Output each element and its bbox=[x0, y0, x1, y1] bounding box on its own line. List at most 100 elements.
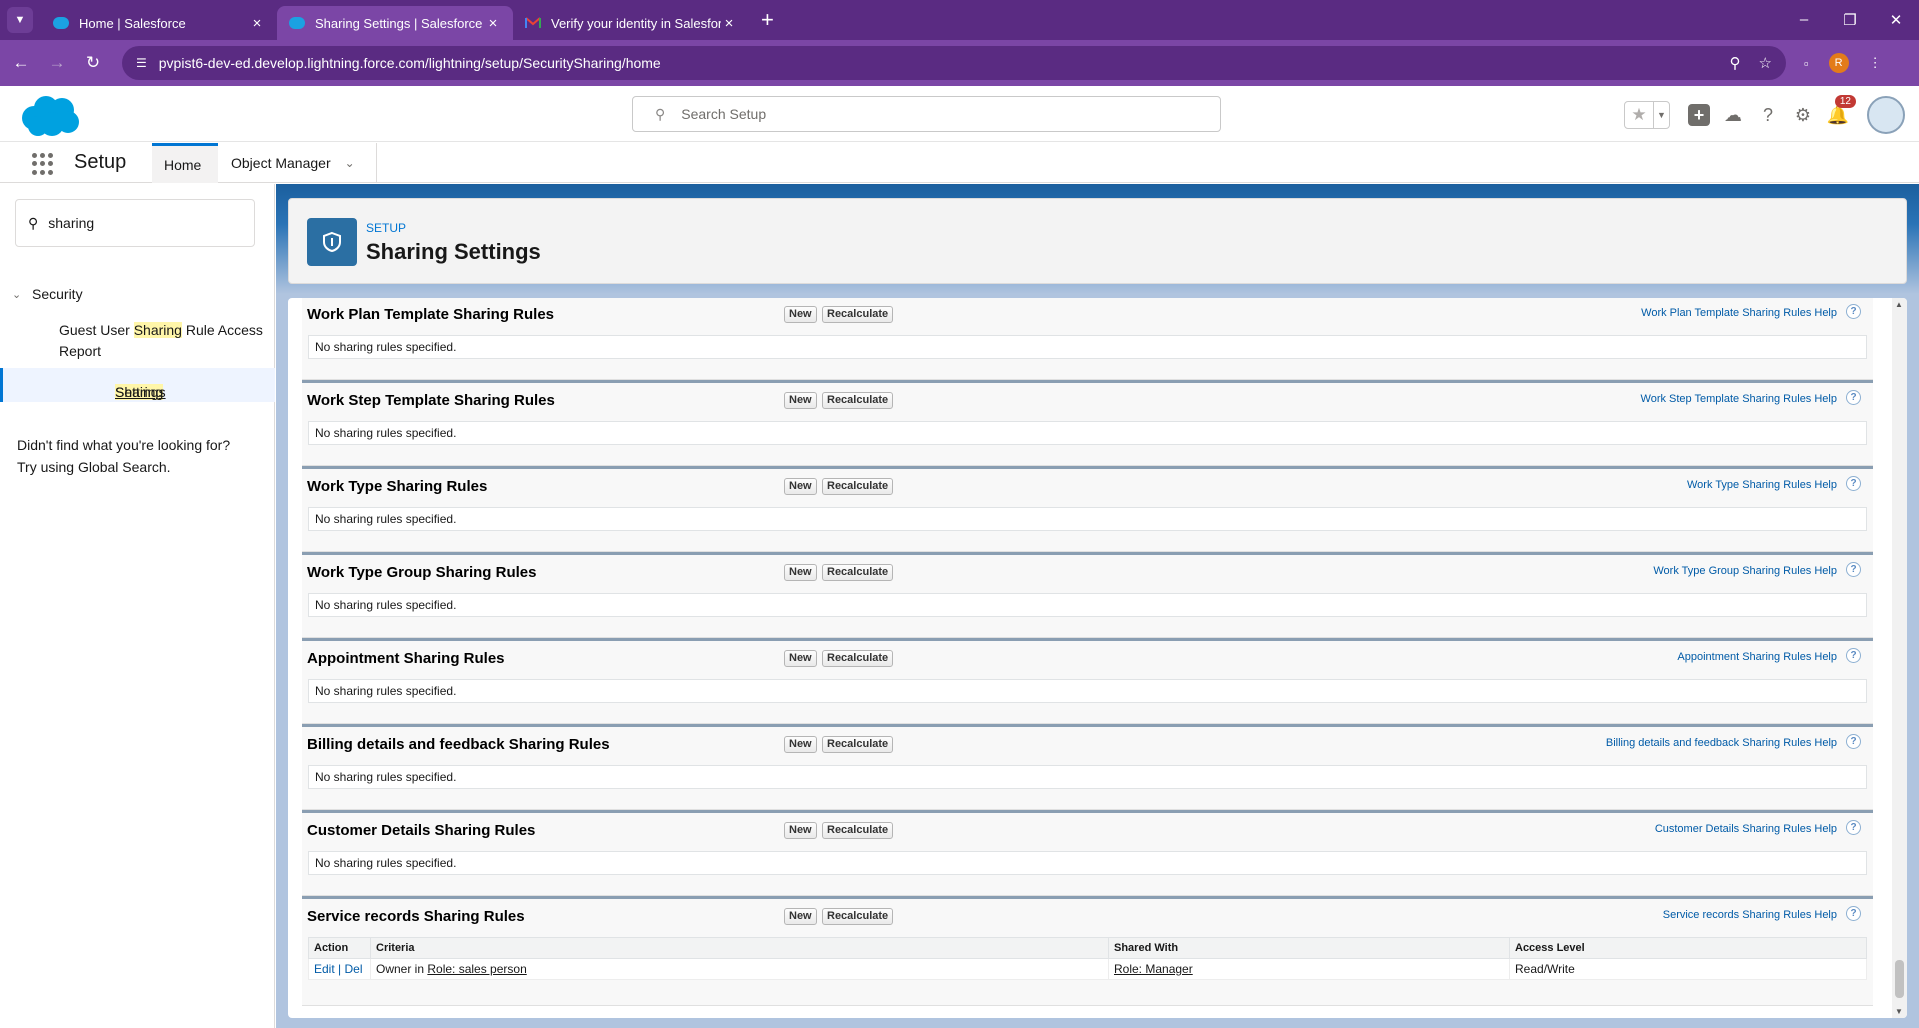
new-rule-button[interactable]: New bbox=[784, 650, 817, 667]
recalculate-button[interactable]: Recalculate bbox=[822, 736, 894, 753]
recalculate-button[interactable]: Recalculate bbox=[822, 392, 894, 409]
sharing-rules-section: Customer Details Sharing Rules New Recal… bbox=[302, 810, 1873, 896]
section-help-link[interactable]: Work Type Sharing Rules Help bbox=[1687, 479, 1837, 491]
minimize-icon[interactable]: – bbox=[1781, 11, 1827, 29]
tab-home[interactable]: Home bbox=[152, 143, 218, 183]
help-icon[interactable]: ? bbox=[1846, 734, 1861, 749]
breadcrumb: SETUP bbox=[366, 221, 407, 235]
help-icon[interactable]: ? bbox=[1756, 103, 1780, 127]
section-help-link[interactable]: Appointment Sharing Rules Help bbox=[1677, 651, 1837, 663]
chevron-down-icon[interactable]: ⌄ bbox=[12, 288, 32, 301]
help-icon[interactable]: ? bbox=[1846, 648, 1861, 663]
shared-with-role-link[interactable]: Role: Manager bbox=[1114, 962, 1193, 976]
bookmark-star-icon[interactable]: ☆ bbox=[1759, 54, 1772, 72]
browser-address-bar: ← → ↻ ☰ pvpist6-dev-ed.develop.lightning… bbox=[0, 40, 1919, 86]
help-icon[interactable]: ? bbox=[1846, 304, 1861, 319]
global-actions-plus-icon[interactable]: + bbox=[1688, 104, 1710, 126]
section-help-link[interactable]: Billing details and feedback Sharing Rul… bbox=[1606, 737, 1837, 749]
browser-tab-bar: ▼ Home | Salesforce × Sharing Settings |… bbox=[0, 0, 1919, 40]
chevron-down-icon[interactable]: ⌄ bbox=[345, 156, 355, 170]
scroll-up-icon[interactable]: ▲ bbox=[1895, 300, 1903, 309]
back-icon[interactable]: ← bbox=[6, 53, 36, 73]
new-rule-button[interactable]: New bbox=[784, 822, 817, 839]
scrollbar-thumb[interactable] bbox=[1895, 960, 1904, 998]
gear-icon[interactable]: ⚙ bbox=[1791, 103, 1815, 127]
browser-tab-home[interactable]: Home | Salesforce × bbox=[41, 6, 277, 40]
column-header-action: Action bbox=[308, 937, 371, 959]
section-title: Appointment Sharing Rules bbox=[307, 650, 505, 667]
section-title: Customer Details Sharing Rules bbox=[307, 822, 536, 839]
section-title: Work Type Group Sharing Rules bbox=[307, 564, 537, 581]
forward-icon[interactable]: → bbox=[42, 53, 72, 73]
close-icon[interactable]: × bbox=[485, 15, 501, 32]
new-tab-icon[interactable]: + bbox=[761, 7, 774, 33]
frame-scrollbar[interactable]: ▲ ▼ bbox=[1892, 298, 1907, 1018]
shared-with-cell: Role: Manager bbox=[1108, 958, 1510, 980]
url-field[interactable]: ☰ pvpist6-dev-ed.develop.lightning.force… bbox=[122, 46, 1786, 80]
new-rule-button[interactable]: New bbox=[784, 736, 817, 753]
close-icon[interactable]: × bbox=[721, 15, 737, 32]
quick-find-input[interactable]: ⚲ sharing bbox=[15, 199, 255, 247]
criteria-role-link[interactable]: Role: sales person bbox=[427, 962, 526, 976]
browser-tab-verify[interactable]: Verify your identity in Salesforce × bbox=[513, 6, 749, 40]
recalculate-button[interactable]: Recalculate bbox=[822, 306, 894, 323]
edit-link[interactable]: Edit bbox=[314, 962, 335, 976]
sidebar-item-sharing-settings[interactable]: Sharing Settings bbox=[0, 368, 275, 402]
delete-link[interactable]: Del bbox=[344, 962, 362, 976]
help-icon[interactable]: ? bbox=[1846, 390, 1861, 405]
help-icon[interactable]: ? bbox=[1846, 562, 1861, 577]
sidebar-item-guest-user-sharing-report[interactable]: Guest User Sharing Rule Access Report bbox=[59, 320, 265, 362]
section-title: Billing details and feedback Sharing Rul… bbox=[307, 736, 610, 753]
sharing-rules-frame: Work Plan Template Sharing Rules New Rec… bbox=[288, 298, 1907, 1018]
new-rule-button[interactable]: New bbox=[784, 908, 817, 925]
section-help-link[interactable]: Work Plan Template Sharing Rules Help bbox=[1641, 307, 1837, 319]
browser-tab-sharing-settings[interactable]: Sharing Settings | Salesforce × bbox=[277, 6, 513, 40]
extensions-icon[interactable]: ▫ bbox=[1804, 56, 1809, 71]
empty-rules-message: No sharing rules specified. bbox=[308, 679, 1867, 703]
salesforce-logo[interactable] bbox=[18, 94, 82, 138]
new-rule-button[interactable]: New bbox=[784, 564, 817, 581]
section-help-link[interactable]: Customer Details Sharing Rules Help bbox=[1655, 823, 1837, 835]
scroll-down-icon[interactable]: ▼ bbox=[1895, 1007, 1903, 1016]
sharing-rules-section: Work Plan Template Sharing Rules New Rec… bbox=[302, 298, 1873, 380]
new-rule-button[interactable]: New bbox=[784, 478, 817, 495]
column-header-access-level: Access Level bbox=[1509, 937, 1867, 959]
recalculate-button[interactable]: Recalculate bbox=[822, 564, 894, 581]
trailhead-icon[interactable]: ☁ bbox=[1721, 103, 1745, 127]
profile-avatar[interactable]: R bbox=[1828, 53, 1849, 73]
section-help-link[interactable]: Service records Sharing Rules Help bbox=[1663, 909, 1837, 921]
close-window-icon[interactable]: ✕ bbox=[1873, 11, 1919, 29]
recalculate-button[interactable]: Recalculate bbox=[822, 822, 894, 839]
help-icon[interactable]: ? bbox=[1846, 906, 1861, 921]
restore-icon[interactable]: ❐ bbox=[1827, 11, 1873, 29]
zoom-icon[interactable]: ⚲ bbox=[1730, 54, 1741, 72]
recalculate-button[interactable]: Recalculate bbox=[822, 908, 894, 925]
section-help-link[interactable]: Work Type Group Sharing Rules Help bbox=[1653, 565, 1837, 577]
tab-search-icon[interactable]: ▼ bbox=[7, 7, 33, 33]
user-avatar[interactable] bbox=[1867, 96, 1905, 134]
search-setup-input[interactable]: ⚲ Search Setup bbox=[632, 96, 1221, 132]
browser-menu-icon[interactable]: ⋮ bbox=[1869, 55, 1882, 71]
favorites-button[interactable]: ★ ▼ bbox=[1624, 101, 1670, 129]
chevron-down-icon[interactable]: ▼ bbox=[1653, 102, 1669, 128]
site-info-icon[interactable]: ☰ bbox=[136, 56, 147, 70]
new-rule-button[interactable]: New bbox=[784, 306, 817, 323]
section-help-link[interactable]: Work Step Template Sharing Rules Help bbox=[1641, 393, 1837, 405]
search-icon: ⚲ bbox=[655, 105, 666, 122]
access-level-cell: Read/Write bbox=[1509, 958, 1867, 980]
app-launcher-icon[interactable] bbox=[32, 153, 54, 175]
recalculate-button[interactable]: Recalculate bbox=[822, 650, 894, 667]
notifications-bell-icon[interactable]: 🔔 12 bbox=[1826, 95, 1856, 127]
sharing-rules-section: Appointment Sharing Rules New Recalculat… bbox=[302, 638, 1873, 724]
star-icon[interactable]: ★ bbox=[1625, 105, 1653, 125]
reload-icon[interactable]: ↻ bbox=[78, 53, 108, 73]
close-icon[interactable]: × bbox=[249, 15, 265, 32]
tree-group-security[interactable]: ⌄ Security bbox=[12, 286, 83, 302]
section-title: Service records Sharing Rules bbox=[307, 908, 525, 925]
help-icon[interactable]: ? bbox=[1846, 476, 1861, 491]
main-content-area: SETUP Sharing Settings Work Plan Templat… bbox=[276, 184, 1919, 1028]
tab-object-manager[interactable]: Object Manager ⌄ bbox=[219, 143, 377, 183]
help-icon[interactable]: ? bbox=[1846, 820, 1861, 835]
new-rule-button[interactable]: New bbox=[784, 392, 817, 409]
recalculate-button[interactable]: Recalculate bbox=[822, 478, 894, 495]
